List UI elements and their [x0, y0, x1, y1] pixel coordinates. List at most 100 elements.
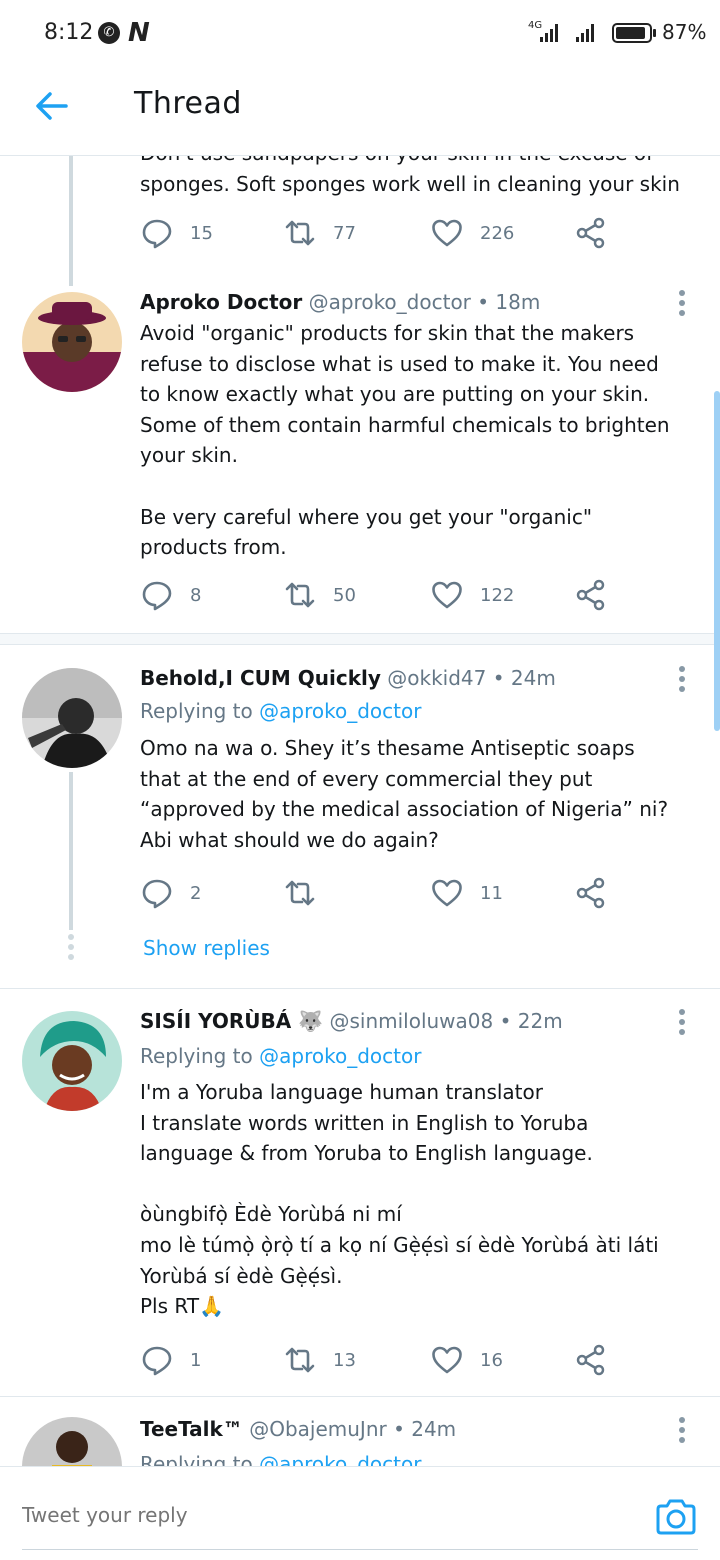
tweet-time: 24m	[510, 666, 556, 690]
app-header: Thread	[0, 56, 720, 156]
tweet-actions: 8 50 122	[140, 578, 620, 618]
retweet-icon	[285, 582, 315, 608]
thread-dots	[68, 934, 74, 964]
heart-icon	[432, 219, 462, 247]
replying-to-link[interactable]: @aproko_doctor	[259, 699, 421, 723]
tweet-actions: 2 11	[140, 876, 620, 916]
more-options-icon[interactable]	[672, 666, 692, 696]
replying-label: Replying to	[140, 1452, 253, 1466]
more-options-icon[interactable]	[672, 290, 692, 320]
camera-icon[interactable]	[654, 1497, 698, 1537]
share-button[interactable]	[574, 578, 608, 612]
like-button[interactable]: 16	[430, 1343, 503, 1377]
replying-to: Replying to @aproko_doctor	[140, 699, 421, 723]
tweet-time: 22m	[517, 1009, 563, 1033]
tweet-header: SISÍI YORÙBÁ 🐺 @sinmiloluwa08 • 22m	[140, 1009, 563, 1033]
share-icon	[576, 877, 605, 909]
share-button[interactable]	[574, 876, 608, 910]
reply-count: 1	[190, 1349, 202, 1371]
retweet-icon	[285, 220, 315, 246]
replying-to-link[interactable]: @aproko_doctor	[259, 1044, 421, 1068]
like-count: 11	[480, 882, 503, 904]
share-icon	[576, 1344, 605, 1376]
display-name[interactable]: TeeTalk™	[140, 1417, 243, 1441]
tweet-item[interactable]: TeeTalk™ @ObajemuJnr • 24m Replying to @…	[0, 1397, 720, 1466]
separator-dot: •	[499, 1009, 512, 1033]
whatsapp-icon: ✆	[98, 22, 120, 44]
separator-dot: •	[393, 1417, 405, 1441]
like-count: 16	[480, 1349, 503, 1371]
tweet-header: TeeTalk™ @ObajemuJnr • 24m	[140, 1417, 456, 1441]
heart-icon	[432, 879, 462, 907]
reply-composer	[0, 1466, 720, 1560]
share-button[interactable]	[574, 1343, 608, 1377]
status-time: 8:12	[44, 20, 94, 45]
tweet-actions: 15 77 226	[140, 216, 620, 256]
display-name[interactable]: Aproko Doctor	[140, 290, 302, 314]
reply-count: 8	[190, 584, 202, 606]
replying-label: Replying to	[140, 1044, 253, 1068]
tweet-item[interactable]: Behold,I CUM Quickly @okkid47 • 24m Repl…	[0, 646, 720, 986]
like-button[interactable]: 11	[430, 876, 503, 910]
tweet-item[interactable]: SISÍI YORÙBÁ 🐺 @sinmiloluwa08 • 22m Repl…	[0, 989, 720, 1395]
reply-button[interactable]: 15	[140, 216, 213, 250]
replying-to: Replying to @aproko_doctor	[140, 1044, 421, 1068]
more-options-icon[interactable]	[672, 1009, 692, 1039]
like-button[interactable]: 122	[430, 578, 514, 612]
tweet-item[interactable]: Aproko Doctor @aproko_doctor • 18m Avoid…	[0, 288, 720, 633]
section-separator	[0, 633, 720, 645]
display-name[interactable]: SISÍI YORÙBÁ 🐺	[140, 1009, 323, 1033]
heart-icon	[432, 1346, 462, 1374]
like-button[interactable]: 226	[430, 216, 514, 250]
tweet-item[interactable]: Don't use sandpapers on your skin in the…	[0, 156, 720, 288]
retweet-icon	[285, 880, 315, 906]
replying-label: Replying to	[140, 699, 253, 723]
user-handle[interactable]: @aproko_doctor	[309, 290, 471, 314]
user-handle[interactable]: @ObajemuJnr	[249, 1417, 387, 1441]
user-handle[interactable]: @okkid47	[387, 666, 486, 690]
avatar[interactable]	[22, 292, 122, 392]
signal-icon-2	[576, 24, 594, 42]
reply-input[interactable]	[22, 1503, 622, 1527]
retweet-button[interactable]: 13	[283, 1343, 356, 1377]
reply-count: 15	[190, 222, 213, 244]
separator-dot: •	[477, 290, 490, 314]
reply-icon	[142, 879, 172, 909]
tweet-body: Don't use sandpapers on your skin in the…	[140, 156, 680, 196]
n-app-icon: N	[128, 18, 150, 48]
thread-line	[69, 156, 73, 286]
retweet-button[interactable]	[283, 876, 333, 910]
share-icon	[576, 579, 605, 611]
reply-icon	[142, 581, 172, 611]
user-handle[interactable]: @sinmiloluwa08	[329, 1009, 493, 1033]
reply-count: 2	[190, 882, 202, 904]
display-name[interactable]: Behold,I CUM Quickly	[140, 666, 381, 690]
reply-button[interactable]: 2	[140, 876, 201, 910]
reply-button[interactable]: 1	[140, 1343, 201, 1377]
tweet-header: Aproko Doctor @aproko_doctor • 18m	[140, 290, 540, 314]
separator-dot: •	[492, 666, 505, 690]
retweet-count: 13	[333, 1349, 356, 1371]
signal-icon	[540, 24, 558, 42]
scrollbar[interactable]	[714, 391, 720, 731]
show-replies-link[interactable]: Show replies	[143, 936, 270, 960]
status-bar: 8:12 ✆ N 4G 87%	[0, 0, 720, 64]
like-count: 226	[480, 222, 515, 244]
avatar[interactable]	[22, 668, 122, 768]
share-button[interactable]	[574, 216, 608, 250]
avatar[interactable]	[22, 1011, 122, 1111]
thread-line	[69, 772, 73, 930]
replying-to-link[interactable]: @aproko_doctor	[259, 1452, 421, 1466]
retweet-button[interactable]: 50	[283, 578, 356, 612]
more-options-icon[interactable]	[672, 1417, 692, 1447]
tweet-body: I'm a Yoruba language human translator I…	[140, 1080, 659, 1319]
page-title: Thread	[134, 86, 242, 121]
reply-icon	[142, 219, 172, 249]
avatar[interactable]	[22, 1417, 122, 1466]
back-arrow-icon[interactable]	[30, 84, 74, 128]
battery-level: 87%	[662, 20, 707, 44]
reply-button[interactable]: 8	[140, 578, 201, 612]
retweet-button[interactable]: 77	[283, 216, 356, 250]
tweet-actions: 1 13 16	[140, 1343, 620, 1383]
thread-feed[interactable]: Don't use sandpapers on your skin in the…	[0, 156, 720, 1466]
